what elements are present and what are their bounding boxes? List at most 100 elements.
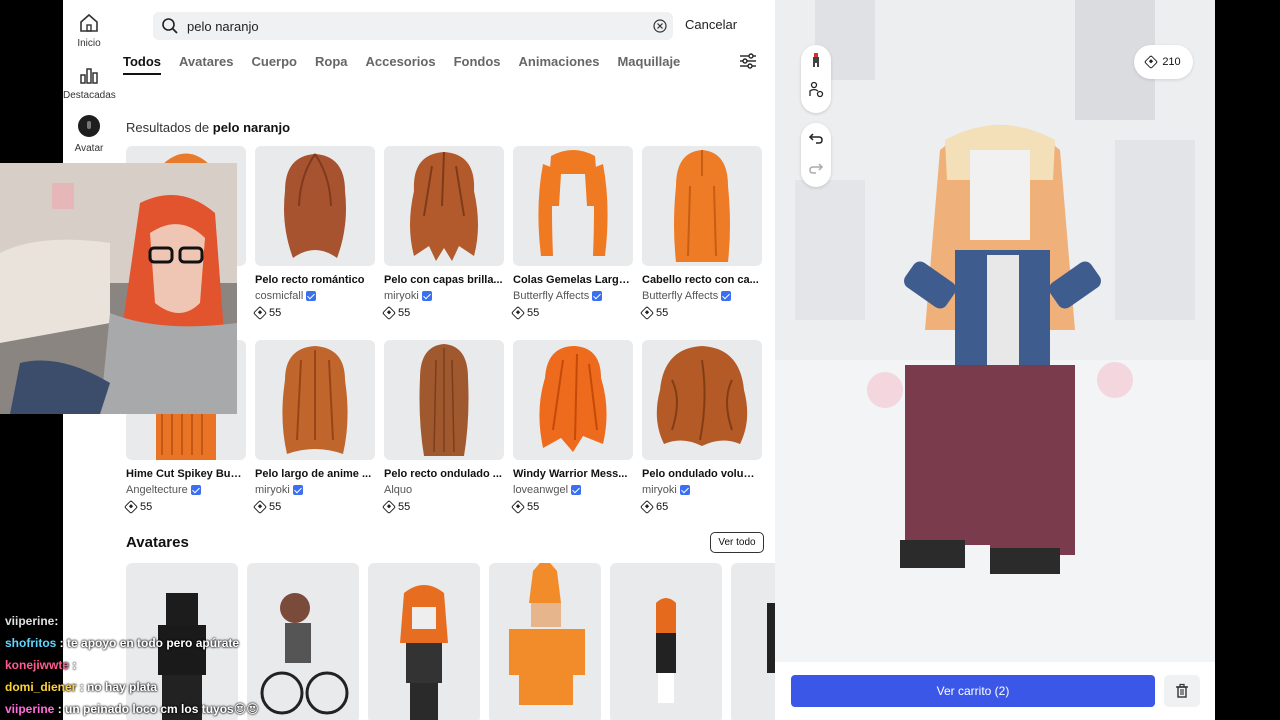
tab-fondos[interactable]: Fondos (454, 54, 501, 75)
item-card[interactable]: Pelo recto ondulado ... Alquo 55 (381, 340, 504, 515)
balance-value: 210 (1162, 56, 1181, 68)
view-tools (801, 45, 831, 113)
robux-icon (381, 499, 397, 515)
avatar-card[interactable] (731, 563, 775, 720)
robux-icon (510, 499, 526, 515)
item-price: 55 (510, 499, 633, 515)
item-card[interactable]: Windy Warrior Mess... loveanwgel 55 (510, 340, 633, 515)
avatar-pose-button[interactable] (801, 45, 831, 75)
chat-username: domi_diener (5, 680, 77, 694)
item-creator[interactable]: cosmicfall (255, 290, 375, 302)
item-thumbnail (513, 146, 633, 266)
item-creator[interactable]: Butterfly Affects (642, 290, 762, 302)
verified-badge-icon (292, 485, 303, 495)
search-bar[interactable]: pelo naranjo (153, 12, 673, 40)
item-thumbnail (255, 146, 375, 266)
letterbox-right (1215, 0, 1280, 720)
avatar-scene (775, 0, 1215, 662)
item-creator[interactable]: miryoki (255, 484, 375, 496)
robux-icon (381, 305, 397, 321)
item-price: 55 (252, 305, 375, 321)
item-price: 55 (381, 305, 504, 321)
item-name: Colas Gemelas Larga... (513, 274, 633, 286)
cancel-button[interactable]: Cancelar (685, 17, 737, 32)
chat-text: un peinado loco cm los tuyos😍😍 (65, 702, 259, 716)
item-card[interactable]: Pelo largo de anime ... miryoki 55 (252, 340, 375, 515)
nav-featured-label: Destacadas (63, 90, 116, 101)
chat-username: konejiwwte (5, 658, 70, 672)
person-gear-icon (809, 81, 824, 98)
search-input[interactable]: pelo naranjo (187, 19, 653, 34)
creator-name: miryoki (384, 290, 419, 302)
robux-balance[interactable]: 210 (1134, 45, 1193, 79)
redo-button[interactable] (801, 153, 831, 183)
item-creator[interactable]: loveanwgel (513, 484, 633, 496)
chat-text: te apoyo en todo pero apúrate (67, 636, 240, 650)
results-heading: Resultados de pelo naranjo (126, 120, 290, 135)
item-creator[interactable]: Angeltecture (126, 484, 246, 496)
item-thumbnail (384, 146, 504, 266)
item-creator[interactable]: Butterfly Affects (513, 290, 633, 302)
robux-icon (639, 499, 655, 515)
avatar-settings-button[interactable] (801, 75, 831, 105)
chat-username: viiperine (5, 702, 55, 716)
item-creator[interactable]: miryoki (384, 290, 504, 302)
item-creator[interactable]: Alquo (384, 484, 504, 496)
undo-icon (808, 133, 823, 144)
item-card[interactable]: Pelo ondulado volum... miryoki 65 (639, 340, 762, 515)
price-value: 55 (269, 501, 282, 513)
nav-featured[interactable]: Destacadas (63, 64, 116, 101)
verified-badge-icon (421, 291, 432, 301)
item-name: Pelo ondulado volum... (642, 468, 762, 480)
history-tools (801, 123, 831, 187)
avatar-card[interactable] (610, 563, 722, 720)
item-card[interactable]: Cabello recto con ca... Butterfly Affect… (639, 146, 762, 321)
undo-button[interactable] (801, 123, 831, 153)
nav-avatar-label: Avatar (74, 143, 104, 154)
avatar-preview[interactable]: 210 Ver carrito (2) (775, 0, 1215, 720)
robux-icon (123, 499, 139, 515)
avatar-card[interactable] (489, 563, 601, 720)
robux-icon (1144, 54, 1159, 70)
nav-avatar[interactable]: Avatar (63, 115, 115, 154)
results-query: pelo naranjo (212, 120, 291, 135)
chat-message: konejiwwte : (5, 658, 77, 672)
tab-avatares[interactable]: Avatares (179, 54, 233, 75)
chat-message: viiperine: (5, 614, 59, 628)
chart-icon (80, 68, 98, 84)
item-creator[interactable]: miryoki (642, 484, 762, 496)
item-price: 55 (381, 499, 504, 515)
view-cart-button[interactable]: Ver carrito (2) (791, 675, 1155, 707)
tab-animaciones[interactable]: Animaciones (519, 54, 600, 75)
robux-icon (252, 499, 268, 515)
filter-icon[interactable] (739, 52, 757, 70)
price-value: 55 (140, 501, 153, 513)
item-thumbnail (642, 146, 762, 266)
tab-cuerpo[interactable]: Cuerpo (251, 54, 297, 75)
price-value: 55 (527, 501, 540, 513)
clear-cart-button[interactable] (1164, 675, 1200, 707)
nav-home[interactable]: Inicio (63, 12, 115, 49)
clear-search-icon[interactable] (653, 19, 667, 33)
price-value: 55 (398, 501, 411, 513)
item-name: Pelo con capas brilla... (384, 274, 503, 286)
creator-name: cosmicfall (255, 290, 304, 302)
tab-accesorios[interactable]: Accesorios (365, 54, 435, 75)
item-price: 55 (123, 499, 246, 515)
tab-ropa[interactable]: Ropa (315, 54, 348, 75)
stream-chat: viiperine: shofritos : te apoyo en todo … (0, 610, 445, 720)
chat-message: shofritos : te apoyo en todo pero apúrat… (5, 636, 240, 650)
item-card[interactable]: Pelo con capas brilla... miryoki 55 (381, 146, 504, 321)
tab-maquillaje[interactable]: Maquillaje (617, 54, 680, 75)
chat-username: viiperine (5, 614, 55, 628)
creator-name: Alquo (384, 484, 413, 496)
home-icon (80, 13, 98, 32)
see-all-button[interactable]: Ver todo (710, 532, 764, 553)
tab-todos[interactable]: Todos (123, 54, 162, 75)
verified-badge-icon (306, 291, 317, 301)
item-card[interactable]: Pelo recto romántico cosmicfall 55 (252, 146, 375, 321)
item-name: Pelo largo de anime ... (255, 468, 372, 480)
item-card[interactable]: Colas Gemelas Larga... Butterfly Affects… (510, 146, 633, 321)
price-value: 55 (398, 307, 411, 319)
screen: Inicio Destacadas Avatar pelo naranjo Ca… (0, 0, 1280, 720)
